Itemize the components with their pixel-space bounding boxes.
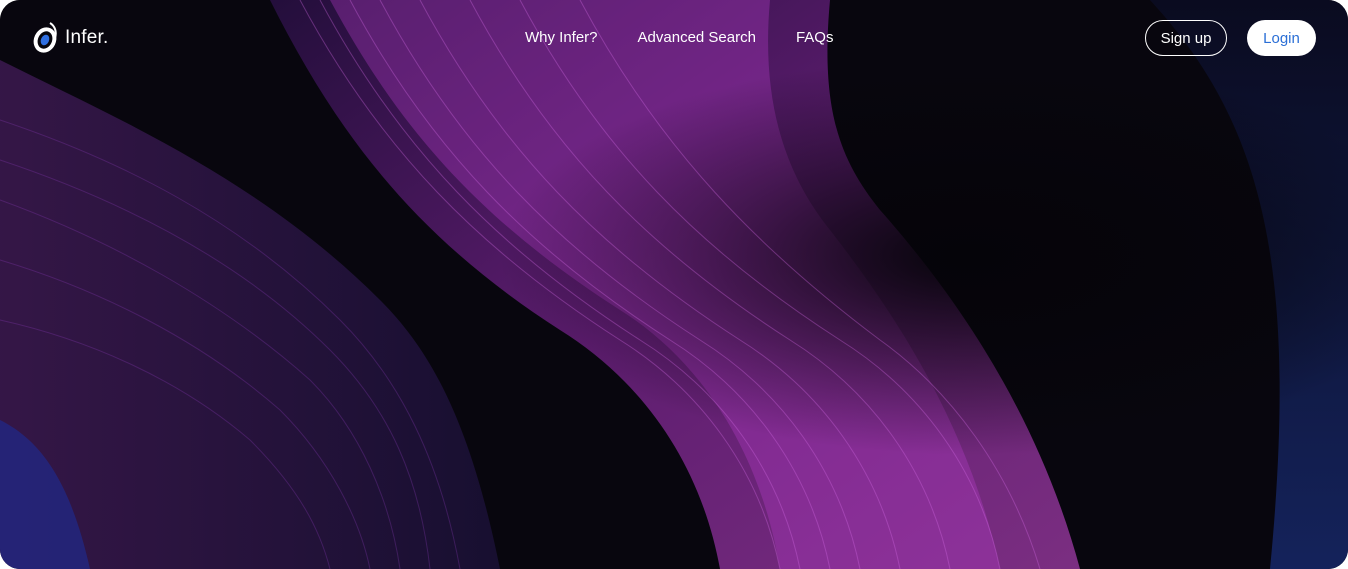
main-nav: Why Infer? Advanced Search FAQs	[525, 29, 833, 47]
hero-section: Infer. Why Infer? Advanced Search FAQs S…	[0, 0, 1348, 569]
infer-logo-icon	[33, 22, 57, 53]
nav-link-advanced-search[interactable]: Advanced Search	[638, 29, 756, 47]
brand-name: Infer.	[65, 27, 109, 48]
nav-link-why-infer[interactable]: Why Infer?	[525, 29, 598, 47]
nav-link-faqs[interactable]: FAQs	[796, 29, 834, 47]
brand-logo[interactable]: Infer.	[31, 20, 108, 56]
top-navbar: Infer. Why Infer? Advanced Search FAQs S…	[0, 0, 1348, 78]
abstract-wave-background	[0, 0, 1348, 569]
signup-button[interactable]: Sign up	[1145, 20, 1227, 56]
login-button[interactable]: Login	[1247, 20, 1316, 56]
